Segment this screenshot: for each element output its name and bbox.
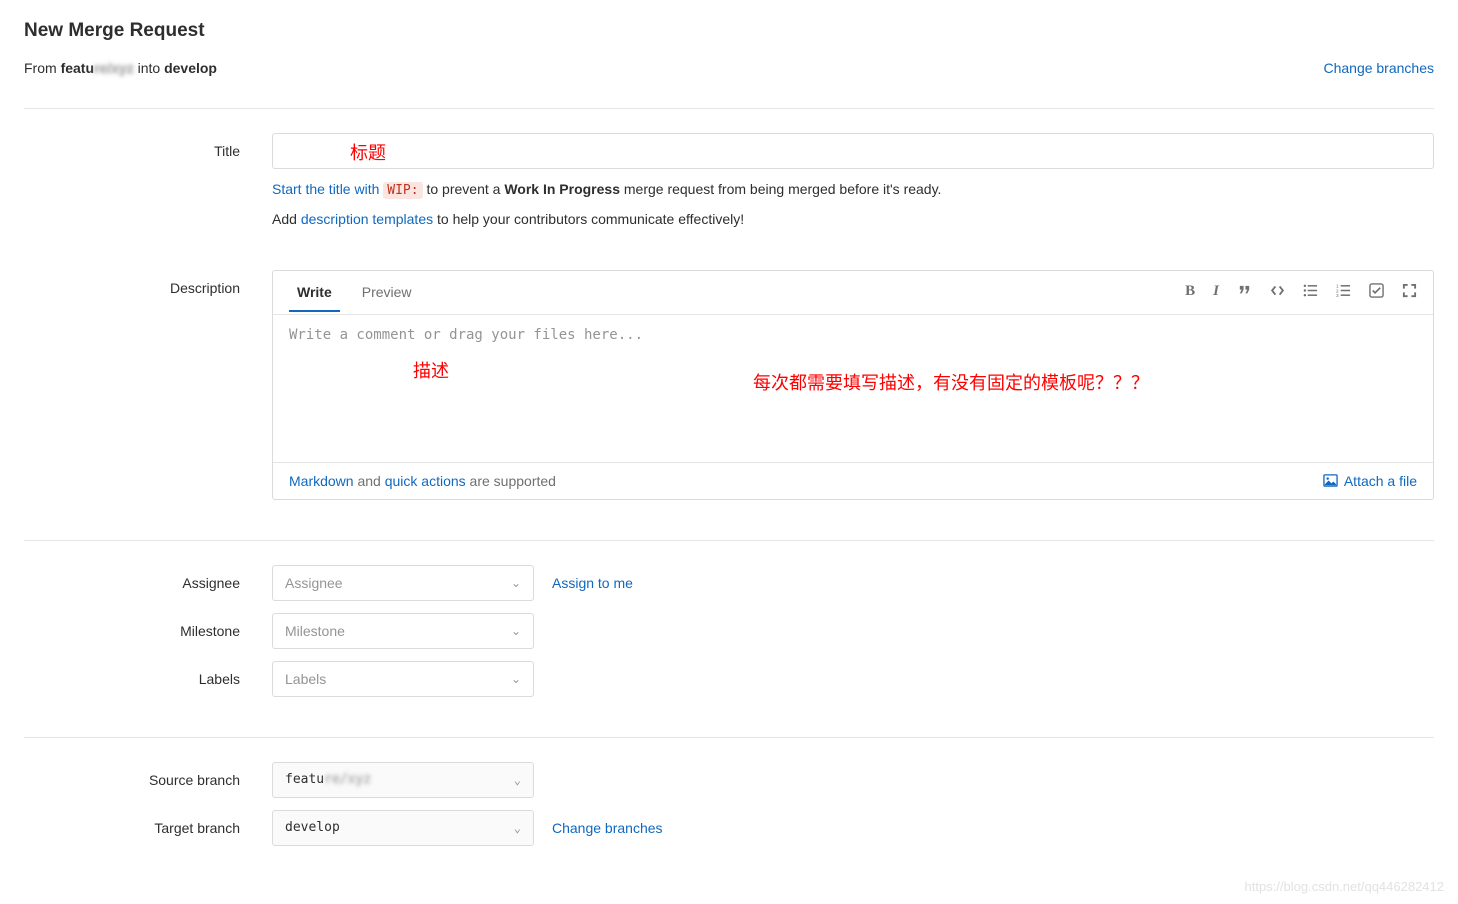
labels-placeholder: Labels — [285, 671, 326, 687]
target-branch-name: develop — [164, 60, 217, 76]
watermark: https://blog.csdn.net/qq446282412 — [1245, 879, 1445, 894]
attach-file-button[interactable]: Attach a file — [1323, 473, 1417, 489]
footer-and: and — [354, 473, 385, 489]
source-branch-dropdown[interactable]: feature/xyz ⌄ — [272, 762, 534, 798]
editor-toolbar: B I 123 — [1185, 283, 1417, 302]
title-input[interactable] — [272, 133, 1434, 169]
divider — [24, 737, 1434, 738]
labels-dropdown[interactable]: Labels ⌄ — [272, 661, 534, 697]
assignee-dropdown[interactable]: Assignee ⌄ — [272, 565, 534, 601]
from-label: From — [24, 60, 61, 76]
description-editor: Write Preview B I 123 — [272, 270, 1434, 500]
tab-write[interactable]: Write — [289, 273, 340, 312]
source-branch-label: Source branch — [24, 762, 272, 788]
page-title: New Merge Request — [24, 20, 1434, 42]
fullscreen-icon[interactable] — [1402, 283, 1417, 302]
numbered-list-icon[interactable]: 123 — [1336, 283, 1351, 302]
title-label: Title — [24, 133, 272, 159]
description-label: Description — [24, 270, 272, 296]
wip-help-suffix: merge request from being merged before i… — [624, 181, 942, 197]
milestone-dropdown[interactable]: Milestone ⌄ — [272, 613, 534, 649]
code-icon[interactable] — [1270, 283, 1285, 302]
tab-preview[interactable]: Preview — [354, 273, 420, 312]
description-textarea[interactable] — [289, 327, 1417, 447]
assignee-label: Assignee — [24, 565, 272, 591]
chevron-down-icon: ⌄ — [511, 576, 521, 590]
quick-actions-link[interactable]: quick actions — [385, 473, 466, 489]
chevron-down-icon: ⌄ — [514, 821, 521, 835]
image-icon — [1323, 473, 1338, 488]
tasklist-icon[interactable] — [1369, 283, 1384, 302]
svg-text:3: 3 — [1336, 293, 1339, 298]
attach-file-label: Attach a file — [1344, 473, 1417, 489]
chevron-down-icon: ⌄ — [514, 773, 521, 787]
change-branches-link-top[interactable]: Change branches — [1323, 60, 1434, 76]
wip-code: WIP: — [383, 182, 422, 199]
source-branch-name: feature/xyz — [61, 60, 134, 76]
markdown-link[interactable]: Markdown — [289, 473, 354, 489]
templates-help-prefix: Add — [272, 211, 301, 227]
description-templates-link[interactable]: description templates — [301, 211, 433, 227]
target-branch-dropdown[interactable]: develop ⌄ — [272, 810, 534, 846]
milestone-label: Milestone — [24, 613, 272, 639]
wip-link[interactable]: Start the title with — [272, 181, 383, 197]
bold-icon[interactable]: B — [1185, 283, 1195, 302]
change-branches-link-bottom[interactable]: Change branches — [552, 820, 663, 836]
branch-summary: From feature/xyz into develop Change bra… — [24, 60, 1434, 76]
target-branch-label: Target branch — [24, 810, 272, 836]
quote-icon[interactable] — [1237, 283, 1252, 302]
into-label: into — [134, 60, 164, 76]
source-branch-value: featu — [285, 772, 324, 787]
chevron-down-icon: ⌄ — [511, 672, 521, 686]
italic-icon[interactable]: I — [1213, 283, 1219, 302]
wip-help-mid: to prevent a — [426, 181, 504, 197]
wip-help-bold: Work In Progress — [504, 181, 620, 197]
footer-supported: are supported — [466, 473, 556, 489]
milestone-placeholder: Milestone — [285, 623, 345, 639]
divider — [24, 540, 1434, 541]
divider — [24, 108, 1434, 109]
assign-to-me-link[interactable]: Assign to me — [552, 575, 633, 591]
assignee-placeholder: Assignee — [285, 575, 343, 591]
templates-help-suffix: to help your contributors communicate ef… — [437, 211, 744, 227]
bullet-list-icon[interactable] — [1303, 283, 1318, 302]
chevron-down-icon: ⌄ — [511, 624, 521, 638]
target-branch-value: develop — [285, 820, 340, 835]
labels-label: Labels — [24, 661, 272, 687]
